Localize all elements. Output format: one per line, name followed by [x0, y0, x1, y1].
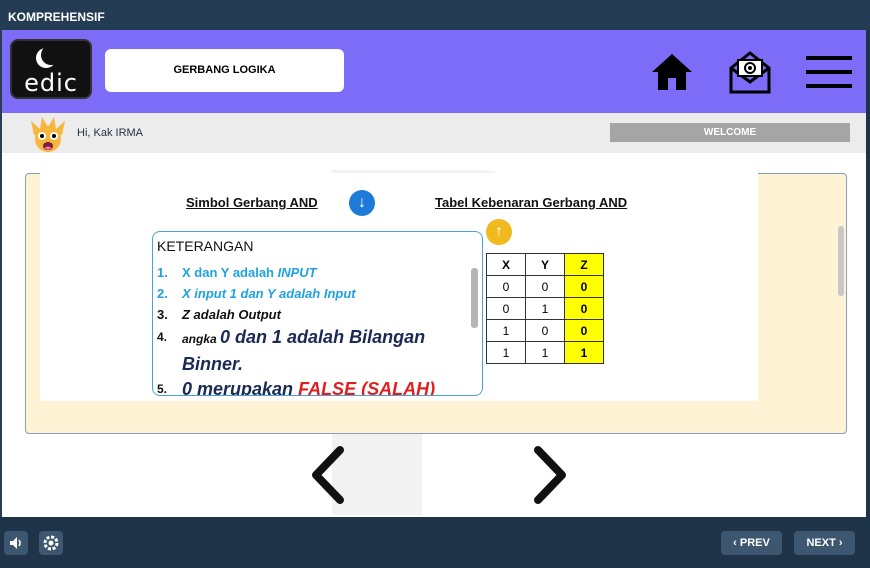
panel-scrollbar[interactable] [838, 226, 844, 296]
table-header-row: X Y Z [486, 253, 604, 276]
greeting-text: Hi, Kak IRMA [77, 127, 144, 139]
arrow-down-icon[interactable]: ↓ [349, 190, 375, 216]
cell-x: 1 [486, 319, 526, 342]
item-prefix: angka [182, 332, 221, 346]
item-text: 0 merupakan [182, 379, 299, 396]
note-scrollbar[interactable] [471, 268, 478, 328]
cell-y: 0 [525, 319, 565, 342]
cell-x: 0 [486, 297, 526, 320]
item-number: 3. [157, 307, 168, 322]
list-item: 3. Z adalah Output [157, 304, 457, 325]
cell-y: 1 [525, 297, 565, 320]
list-item: 5. 0 merupakan FALSE (SALAH) [157, 377, 457, 396]
header-x: X [486, 253, 526, 276]
list-item: 2. X input 1 dan Y adalah Input [157, 283, 457, 304]
arrow-up-icon[interactable]: ↑ [486, 219, 512, 245]
welcome-banner: WELCOME [610, 123, 850, 142]
item-text: X input 1 dan Y adalah Input [182, 286, 356, 301]
logo-text: edic [24, 69, 78, 97]
note-box: KETERANGAN 1. X dan Y adalah INPUT 2. X in… [152, 231, 483, 396]
prev-button[interactable]: ‹ PREV [721, 531, 782, 555]
truth-table: X Y Z 0 0 0 0 1 0 1 0 0 1 1 1 [486, 253, 604, 364]
avatar [28, 115, 68, 155]
menu-icon[interactable] [804, 48, 852, 96]
user-bar: Hi, Kak IRMA WELCOME [2, 113, 866, 153]
item-emphasis: FALSE (SALAH) [298, 379, 436, 396]
list-item: 4. angka 0 dan 1 adalah Bilangan Binner. [157, 325, 457, 377]
item-text: Z adalah Output [182, 307, 281, 322]
cell-z: 0 [564, 275, 604, 298]
item-number: 4. [157, 330, 168, 344]
cell-y: 0 [525, 275, 565, 298]
item-number: 1. [157, 265, 168, 280]
note-title: KETERANGAN [157, 238, 254, 254]
header-bar: edic GERBANG LOGIKA [2, 30, 866, 113]
moon-icon [41, 45, 61, 65]
bottom-bar: ‹ PREV NEXT › [0, 517, 870, 568]
cell-x: 1 [486, 341, 526, 364]
table-row: 1 0 0 [486, 319, 604, 342]
cell-y: 1 [525, 341, 565, 364]
cell-z: 1 [564, 341, 604, 364]
next-arrow-button[interactable] [524, 440, 574, 510]
cell-z: 0 [564, 319, 604, 342]
email-icon[interactable] [726, 48, 774, 96]
next-button[interactable]: NEXT › [794, 531, 855, 555]
table-row: 0 0 0 [486, 275, 604, 298]
item-emphasis: INPUT [277, 265, 317, 280]
symbol-heading: Simbol Gerbang AND [186, 195, 318, 210]
item-text: X dan Y adalah [182, 265, 278, 280]
item-number: 5. [157, 382, 168, 396]
cell-z: 0 [564, 297, 604, 320]
list-item: 1. X dan Y adalah INPUT [157, 262, 457, 283]
home-icon[interactable] [648, 48, 696, 96]
note-list: 1. X dan Y adalah INPUT 2. X input 1 dan Y… [157, 262, 457, 396]
page-title: GERBANG LOGIKA [105, 49, 344, 92]
window-title: KOMPREHENSIF [0, 0, 870, 30]
speaker-icon[interactable] [4, 531, 28, 555]
header-z: Z [564, 253, 604, 276]
app-frame: edic GERBANG LOGIKA Hi, Kak IRMA WELCOME [0, 30, 866, 517]
table-row: 0 1 0 [486, 297, 604, 320]
prev-arrow-button[interactable] [304, 440, 354, 510]
table-row: 1 1 1 [486, 341, 604, 364]
edic-logo: edic [10, 39, 92, 99]
header-y: Y [525, 253, 565, 276]
item-number: 2. [157, 286, 168, 301]
lesson-content: Simbol Gerbang AND ↓ Tabel Kebenaran Ger… [40, 173, 758, 401]
gear-icon[interactable] [39, 531, 63, 555]
cell-x: 0 [486, 275, 526, 298]
table-heading: Tabel Kebenaran Gerbang AND [435, 195, 628, 210]
